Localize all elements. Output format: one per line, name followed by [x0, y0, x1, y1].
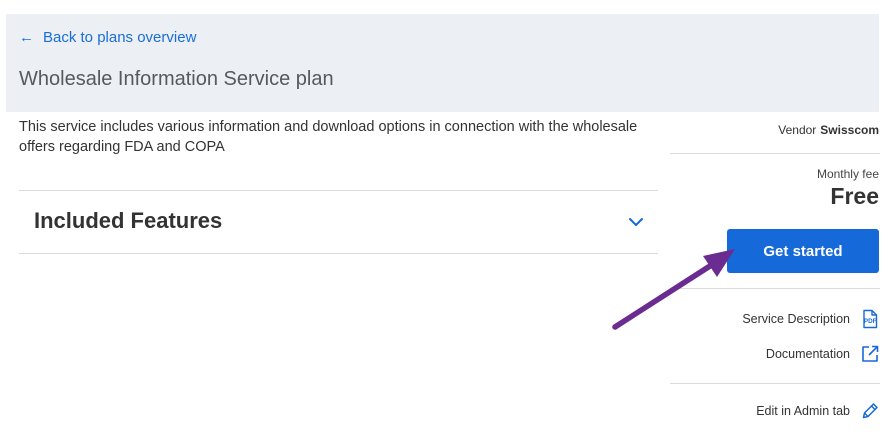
arrow-left-icon: ←	[19, 29, 34, 46]
edit-in-admin-label: Edit in Admin tab	[756, 404, 850, 418]
pdf-icon: PDF	[863, 309, 878, 329]
monthly-fee-value: Free	[830, 183, 879, 209]
plan-header: ← Back to plans overview Wholesale Infor…	[6, 14, 879, 112]
included-features-accordion[interactable]: Included Features	[19, 190, 658, 254]
pencil-icon	[862, 403, 878, 419]
vendor-name: Swisscom	[820, 123, 879, 137]
service-description-label: Service Description	[742, 312, 850, 326]
svg-text:PDF: PDF	[864, 318, 877, 325]
get-started-button[interactable]: Get started	[727, 229, 879, 273]
service-description-link[interactable]: Service Description PDF	[742, 309, 880, 329]
monthly-fee-label: Monthly fee	[816, 167, 879, 181]
documentation-link[interactable]: Documentation	[766, 344, 880, 364]
chevron-down-icon[interactable]	[627, 213, 645, 231]
included-features-title: Included Features	[34, 208, 223, 233]
sidebar-divider	[670, 288, 880, 289]
back-to-plans-link[interactable]: ← Back to plans overview	[19, 29, 196, 46]
edit-in-admin-link[interactable]: Edit in Admin tab	[756, 401, 880, 421]
page-title: Wholesale Information Service plan	[19, 68, 334, 90]
vendor-label: Vendor	[778, 123, 817, 137]
documentation-label: Documentation	[765, 347, 850, 361]
vendor-row: Vendor Swisscom	[670, 112, 880, 154]
plan-description: This service includes various informatio…	[19, 119, 638, 155]
external-link-icon	[862, 345, 879, 362]
plan-detail-page: ← Back to plans overview Wholesale Infor…	[0, 0, 885, 432]
sidebar-divider	[670, 383, 880, 384]
back-link-label: Back to plans overview	[43, 29, 197, 46]
plan-sidebar: Vendor Swisscom Monthly fee Free Get star…	[670, 112, 880, 419]
